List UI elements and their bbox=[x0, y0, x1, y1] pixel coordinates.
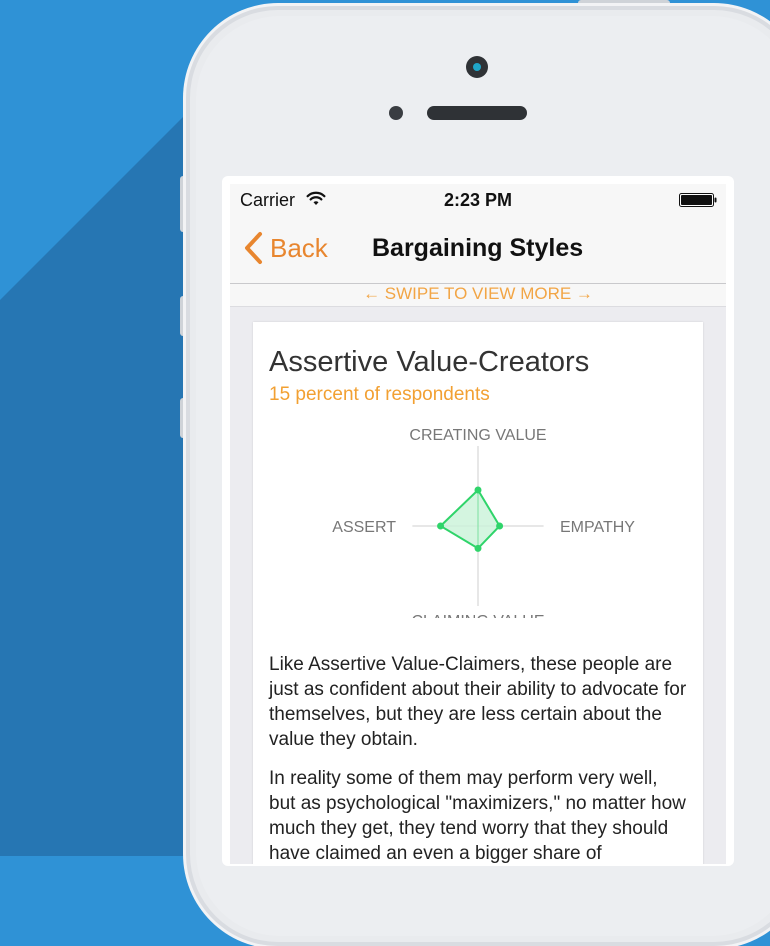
radar-area bbox=[438, 488, 501, 550]
radar-axis-label: CREATING VALUE bbox=[409, 427, 546, 444]
app-screen: Carrier 2:23 PM Back Bargaining Styles ←… bbox=[230, 184, 726, 864]
page-title: Bargaining Styles bbox=[372, 234, 584, 262]
radar-axis-label: ASSERT bbox=[332, 519, 396, 536]
chevron-left-icon bbox=[245, 232, 262, 264]
style-card[interactable]: Assertive Value-Creators 15 percent of r… bbox=[253, 322, 703, 864]
card-title: Assertive Value-Creators bbox=[269, 346, 590, 378]
card-subtitle: 15 percent of respondents bbox=[269, 384, 490, 405]
radar-point bbox=[496, 522, 504, 530]
battery-icon bbox=[679, 193, 717, 207]
body-paragraph: In reality some of them may perform very… bbox=[269, 768, 686, 864]
radar-point bbox=[474, 544, 482, 552]
radar-chart: CREATING VALUE EMPATHY CLAIMING VALUE ASSER… bbox=[332, 427, 635, 618]
back-label: Back bbox=[270, 232, 328, 263]
earpiece-speaker bbox=[427, 106, 527, 120]
radar-axis-label: EMPATHY bbox=[560, 519, 635, 536]
status-time: 2:23 PM bbox=[443, 190, 513, 210]
radar-point bbox=[474, 486, 482, 494]
navigation-bar: Back Bargaining Styles bbox=[230, 216, 726, 284]
back-button[interactable]: Back bbox=[242, 230, 328, 266]
status-bar: Carrier 2:23 PM bbox=[230, 184, 726, 216]
front-camera bbox=[466, 56, 488, 78]
body-paragraph: Like Assertive Value-Claimers, these peo… bbox=[269, 654, 687, 750]
radar-axis-label: CLAIMING VALUE bbox=[411, 613, 544, 618]
swipe-hint: ← SWIPE TO VIEW MORE → bbox=[230, 284, 726, 307]
proximity-sensor bbox=[389, 106, 403, 120]
radar-point bbox=[437, 522, 445, 530]
card-body: Like Assertive Value-Claimers, these peo… bbox=[269, 652, 689, 864]
